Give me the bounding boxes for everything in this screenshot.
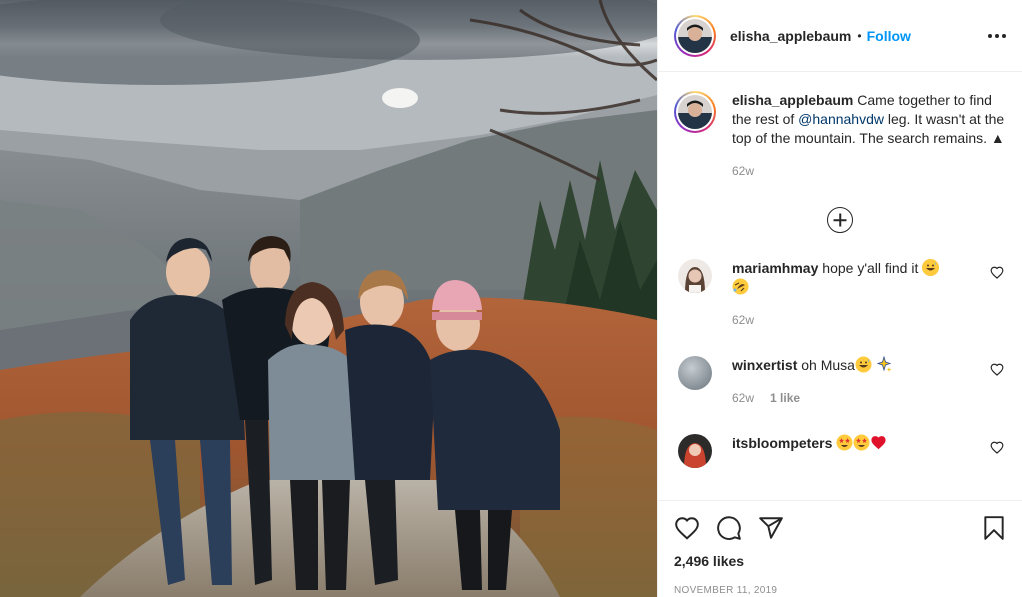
heart-outline-glyph bbox=[990, 441, 1004, 454]
comment-age[interactable]: 62w bbox=[732, 389, 754, 408]
caption-mention-link[interactable]: @hannahvdw bbox=[798, 111, 884, 127]
post-details-panel: elisha_applebaum • Follow elisha_appleba… bbox=[657, 0, 1022, 597]
group-photo-mountains bbox=[0, 0, 657, 597]
comment-text: winxertist oh Musa bbox=[732, 355, 978, 375]
avatar-portrait bbox=[678, 95, 712, 129]
emoji-face bbox=[853, 434, 870, 451]
load-more-comments bbox=[674, 207, 1006, 233]
avatar-portrait bbox=[678, 356, 712, 390]
commenter-avatar[interactable] bbox=[678, 356, 712, 390]
caption-meta: 62w bbox=[732, 162, 1006, 181]
heart-outline-glyph bbox=[990, 363, 1004, 376]
comment-meta: 62w bbox=[732, 311, 978, 330]
avatar-portrait bbox=[678, 434, 712, 468]
emoji-face bbox=[836, 434, 853, 451]
grinning-sweat-emoji-icon bbox=[922, 259, 940, 276]
emoji-face bbox=[732, 278, 749, 295]
comment-body: itsbloompeters bbox=[732, 434, 1006, 468]
avatar-border bbox=[676, 93, 714, 131]
author-avatar-image bbox=[678, 18, 712, 53]
author-username[interactable]: elisha_applebaum bbox=[730, 28, 851, 44]
comment-item: winxertist oh Musa 62w 1 like bbox=[674, 355, 1006, 408]
star-struck-emoji-icon bbox=[853, 434, 870, 451]
comments-list[interactable]: elisha_applebaum Came together to find t… bbox=[658, 73, 1022, 499]
instagram-post: elisha_applebaum • Follow elisha_appleba… bbox=[0, 0, 1022, 597]
caption-age[interactable]: 62w bbox=[732, 162, 754, 181]
author-avatar[interactable] bbox=[674, 14, 716, 57]
caption-author-avatar[interactable] bbox=[674, 91, 716, 133]
comment-username[interactable]: winxertist bbox=[732, 357, 797, 373]
commenter-avatar[interactable] bbox=[678, 259, 712, 293]
star-struck-emoji-icon bbox=[836, 434, 853, 451]
speech-bubble-glyph bbox=[717, 516, 741, 540]
post-actions: 2,496 likes NOVEMBER 11, 2019 bbox=[658, 500, 1022, 596]
comment-body: mariamhmay hope y'all find it 62w bbox=[732, 259, 1006, 330]
speech-bubble-icon[interactable] bbox=[716, 515, 742, 541]
separator-dot: • bbox=[857, 28, 862, 43]
sparkles-glyph bbox=[876, 355, 892, 372]
avatar-portrait bbox=[678, 259, 712, 293]
emoji-face bbox=[922, 259, 939, 276]
paper-plane-icon[interactable] bbox=[758, 516, 784, 540]
comment-like-heart-icon[interactable] bbox=[990, 363, 1004, 379]
post-date[interactable]: NOVEMBER 11, 2019 bbox=[674, 585, 1006, 596]
red-heart-emoji-icon bbox=[870, 434, 887, 451]
paper-plane-glyph bbox=[759, 517, 783, 539]
caption-avatar-image bbox=[678, 95, 712, 129]
action-icons bbox=[674, 513, 1006, 543]
plus-circle-icon[interactable] bbox=[827, 207, 853, 233]
comment-text: itsbloompeters bbox=[732, 434, 978, 453]
post-header: elisha_applebaum • Follow bbox=[658, 0, 1022, 72]
more-dot bbox=[988, 33, 992, 38]
comment-age[interactable]: 62w bbox=[732, 311, 754, 330]
follow-button[interactable]: Follow bbox=[867, 28, 911, 44]
post-likes-count[interactable]: 2,496 likes bbox=[674, 553, 1006, 569]
sparkles-emoji-icon bbox=[876, 355, 893, 373]
post-photo[interactable] bbox=[0, 0, 657, 597]
more-dot bbox=[995, 33, 999, 38]
avatar-portrait bbox=[678, 18, 712, 53]
avatar-border bbox=[676, 16, 714, 55]
comment-like-heart-icon[interactable] bbox=[990, 441, 1004, 457]
bookmark-glyph bbox=[984, 516, 1004, 540]
bookmark-icon[interactable] bbox=[982, 515, 1006, 541]
comment-item: itsbloompeters bbox=[674, 434, 1006, 468]
comment-username[interactable]: mariamhmay bbox=[732, 260, 818, 276]
rolling-laughing-emoji-icon bbox=[732, 278, 749, 295]
heart-outline-glyph bbox=[675, 517, 699, 540]
post-caption: elisha_applebaum Came together to find t… bbox=[674, 73, 1006, 181]
comment-body: winxertist oh Musa 62w 1 like bbox=[732, 355, 1006, 408]
comment-item: mariamhmay hope y'all find it 62w bbox=[674, 259, 1006, 330]
more-options-icon[interactable] bbox=[988, 28, 1006, 44]
comment-likes-count[interactable]: 1 like bbox=[770, 389, 800, 408]
comment-text: mariamhmay hope y'all find it bbox=[732, 259, 978, 297]
grinning-sweat-emoji-icon bbox=[855, 356, 872, 373]
commenter-avatar[interactable] bbox=[678, 434, 712, 468]
comment-meta: 62w 1 like bbox=[732, 389, 978, 408]
comment-message: oh Musa bbox=[801, 357, 855, 373]
more-dot bbox=[1002, 33, 1006, 38]
caption-username[interactable]: elisha_applebaum bbox=[732, 92, 853, 108]
comment-username[interactable]: itsbloompeters bbox=[732, 435, 832, 451]
comment-message: hope y'all find it bbox=[822, 260, 919, 276]
heart-outline-icon[interactable] bbox=[674, 516, 700, 540]
emoji-face bbox=[855, 356, 872, 373]
heart-outline-glyph bbox=[990, 266, 1004, 279]
heart-glyph bbox=[871, 436, 886, 450]
caption-text: elisha_applebaum Came together to find t… bbox=[732, 91, 1006, 148]
comment-like-heart-icon[interactable] bbox=[990, 266, 1004, 282]
caption-body: elisha_applebaum Came together to find t… bbox=[732, 91, 1006, 181]
